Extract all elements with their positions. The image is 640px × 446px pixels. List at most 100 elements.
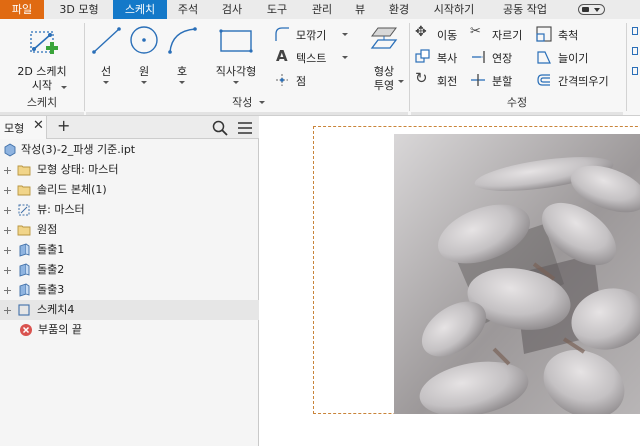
rotate-label: 회전 [437, 75, 458, 88]
split-label: 분할 [492, 75, 513, 88]
menu-icon[interactable] [237, 121, 253, 135]
tree-row-view[interactable]: 뷰: 마스터 [0, 200, 259, 220]
tree-row-origin[interactable]: 원점 [0, 220, 259, 240]
extrude-icon [19, 243, 30, 257]
end-of-part-icon [20, 324, 32, 336]
ribbon-overflow-icons[interactable] [632, 27, 638, 87]
copy-icon [415, 49, 430, 63]
reference-image-art [394, 134, 640, 414]
expand-icon[interactable] [4, 227, 11, 234]
circle-label: 원 [138, 65, 150, 78]
tree-row-label: 뷰: 마스터 [37, 203, 85, 216]
group-bar [0, 112, 84, 115]
tab-3d-model[interactable]: 3D 모형 [48, 0, 110, 19]
tab-sketch[interactable]: 스케치 [113, 0, 167, 19]
sketch-icon [18, 304, 30, 316]
expand-icon[interactable] [4, 267, 11, 274]
tab-annotate[interactable]: 주석 [171, 0, 205, 19]
folder-icon [17, 185, 31, 196]
tree-row-sketch4[interactable]: 스케치4 [0, 300, 259, 320]
move-icon: ✥ [415, 24, 427, 40]
stretch-button[interactable]: 늘이기 [536, 48, 626, 66]
tab-tools[interactable]: 도구 [260, 0, 294, 19]
text-button[interactable]: A 텍스트 [274, 47, 354, 66]
tab-get-started[interactable]: 시작하기 [425, 0, 483, 19]
line-button[interactable]: 선 [88, 23, 124, 93]
circle-button[interactable]: 원 [126, 23, 162, 93]
move-button[interactable]: ✥ 이동 [415, 24, 467, 43]
tree-row-solid-bodies[interactable]: 솔리드 본체(1) [0, 180, 259, 200]
rotate-icon: ↻ [415, 69, 428, 87]
ribbon-separator [84, 23, 85, 111]
graphics-window[interactable] [260, 116, 640, 446]
tree-row-extrude3[interactable]: 돌출3 [0, 280, 259, 300]
tree-row-label: 원점 [37, 223, 58, 236]
fillet-button[interactable]: 모깎기 [274, 25, 354, 43]
ribbon-separator [409, 23, 410, 111]
tree-row-root[interactable]: 작성(3)-2_파생 기준.ipt [0, 140, 259, 160]
tab-inspect[interactable]: 검사 [215, 0, 249, 19]
extend-button[interactable]: 연장 [470, 48, 532, 66]
trim-button[interactable]: ✂ 자르기 [470, 24, 532, 43]
expand-icon[interactable] [4, 187, 11, 194]
expand-icon[interactable] [4, 287, 11, 294]
offset-icon [537, 74, 550, 86]
arc-icon [168, 27, 197, 54]
copy-label: 복사 [437, 52, 458, 65]
ribbon-options-icon[interactable] [578, 4, 605, 15]
rectangle-button[interactable]: 직사각형 [206, 23, 266, 93]
ribbon-separator [626, 23, 627, 111]
chevron-down-icon [342, 56, 348, 59]
tree-row-label: 모형 상태: 마스터 [37, 163, 119, 176]
rotate-button[interactable]: ↻ 회전 [415, 69, 467, 89]
project-geometry-button[interactable]: 형상 투영 [364, 23, 404, 93]
search-icon[interactable] [212, 120, 228, 136]
expand-icon[interactable] [4, 247, 11, 254]
model-browser: 모형 ✕ + 작성(3)-2_파생 기준.ipt 모형 상태: 마스터 솔리드 … [0, 116, 259, 446]
arc-button[interactable]: 호 [164, 23, 200, 93]
tree-row-label: 부품의 끝 [38, 323, 82, 336]
expand-icon[interactable] [4, 307, 11, 314]
expand-icon[interactable] [4, 207, 11, 214]
tree-row-label: 돌출3 [37, 283, 65, 296]
start-sketch-label-2: 시작 [31, 79, 53, 92]
extrude-icon [19, 283, 30, 297]
text-icon: A [276, 47, 288, 65]
chevron-down-icon [398, 80, 404, 83]
tab-collaborate[interactable]: 공동 작업 [493, 0, 557, 19]
rectangle-icon [219, 29, 253, 53]
chevron-down-icon [233, 81, 239, 84]
offset-label: 간격띄우기 [558, 75, 609, 88]
extend-icon [472, 51, 485, 63]
add-tab-button[interactable]: + [57, 116, 70, 135]
tree-row-model-state[interactable]: 모형 상태: 마스터 [0, 160, 259, 180]
close-icon[interactable]: ✕ [33, 118, 44, 133]
tab-model[interactable]: 모형 ✕ [0, 116, 47, 139]
tab-environments[interactable]: 환경 [381, 0, 417, 19]
chevron-down-icon [103, 81, 109, 84]
tab-manage[interactable]: 관리 [305, 0, 339, 19]
offset-button[interactable]: 간격띄우기 [536, 71, 636, 89]
point-button[interactable]: 점 [274, 71, 354, 89]
expand-icon[interactable] [4, 167, 11, 174]
group-bar [86, 112, 408, 115]
split-button[interactable]: 분할 [470, 71, 532, 89]
copy-button[interactable]: 복사 [415, 48, 467, 66]
chevron-down-icon [342, 33, 348, 36]
extend-label: 연장 [492, 52, 513, 65]
part-icon [4, 143, 16, 157]
fillet-icon [275, 27, 289, 41]
start-2d-sketch-button[interactable]: 2D 스케치 시작 [6, 23, 78, 93]
tree-row-label: 스케치4 [37, 303, 75, 316]
ribbon-tab-bar: 파일 3D 모형 스케치 주석 검사 도구 관리 뷰 환경 시작하기 공동 작업 [0, 0, 640, 19]
arc-label: 호 [176, 65, 188, 78]
group-bar [411, 112, 623, 115]
create-group-label[interactable]: 작성 [86, 95, 408, 111]
tab-file[interactable]: 파일 [0, 0, 44, 19]
tree-row-extrude1[interactable]: 돌출1 [0, 240, 259, 260]
tree-row-extrude2[interactable]: 돌출2 [0, 260, 259, 280]
tree-row-end-of-part[interactable]: 부품의 끝 [0, 320, 259, 340]
scale-button[interactable]: 축척 [536, 25, 626, 43]
tab-view[interactable]: 뷰 [347, 0, 373, 19]
folder-icon [17, 225, 31, 236]
